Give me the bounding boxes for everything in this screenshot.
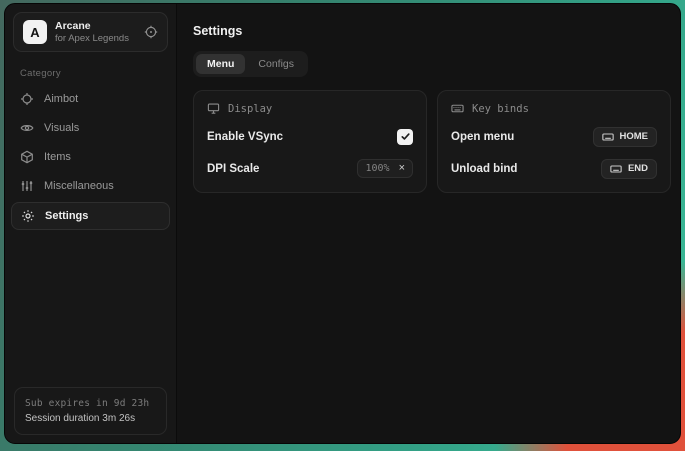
vsync-label: Enable VSync	[207, 131, 283, 143]
open-menu-row: Open menu HOME	[451, 126, 657, 147]
settings-cards: Display Enable VSync DPI Scale 100% ×	[193, 90, 671, 193]
sidebar-header-card: A Arcane for Apex Legends	[13, 12, 168, 52]
keybinds-card-title: Key binds	[472, 103, 529, 115]
cube-icon	[20, 150, 34, 164]
unload-bind-row: Unload bind END	[451, 158, 657, 179]
tab-configs[interactable]: Configs	[247, 54, 305, 74]
page-title: Settings	[193, 24, 671, 38]
category-label: Category	[20, 68, 176, 79]
sidebar-item-aimbot[interactable]: Aimbot	[5, 85, 176, 113]
open-menu-bind-key: HOME	[620, 131, 649, 142]
dpi-value: 100%	[365, 163, 389, 174]
unload-bind-button[interactable]: END	[601, 159, 657, 179]
keyboard-icon	[610, 163, 622, 175]
sidebar-item-label: Settings	[45, 210, 88, 222]
sub-expiry-text: Sub expires in 9d 23h	[25, 396, 156, 411]
keybinds-card: Key binds Open menu HOME Unload bin	[437, 90, 671, 193]
clear-icon[interactable]: ×	[399, 163, 405, 174]
display-card-title: Display	[228, 103, 272, 115]
eye-icon	[20, 121, 34, 135]
open-menu-bind-button[interactable]: HOME	[593, 127, 658, 147]
sidebar: A Arcane for Apex Legends Category	[5, 4, 177, 443]
tab-bar: Menu Configs	[193, 51, 308, 77]
display-card-header: Display	[207, 102, 413, 115]
tab-menu[interactable]: Menu	[196, 54, 245, 74]
sidebar-item-label: Aimbot	[44, 93, 78, 105]
sidebar-item-items[interactable]: Items	[5, 143, 176, 171]
vsync-row: Enable VSync	[207, 126, 413, 147]
sidebar-item-label: Miscellaneous	[44, 180, 114, 192]
subscription-card: Sub expires in 9d 23h Session duration 3…	[14, 387, 167, 435]
main-content: Settings Menu Configs Display Enable VSy…	[177, 4, 681, 443]
gear-icon	[21, 209, 35, 223]
unload-bind-label: Unload bind	[451, 163, 517, 175]
dpi-scale-input[interactable]: 100% ×	[357, 159, 413, 178]
vsync-checkbox[interactable]	[397, 129, 413, 145]
display-card: Display Enable VSync DPI Scale 100% ×	[193, 90, 427, 193]
session-duration-text: Session duration 3m 26s	[25, 411, 156, 427]
sidebar-nav: Aimbot Visuals Items	[5, 85, 176, 231]
columns-icon	[20, 179, 34, 193]
dpi-row: DPI Scale 100% ×	[207, 158, 413, 179]
app-logo: A	[23, 20, 47, 44]
monitor-icon	[207, 102, 220, 115]
unload-bind-key: END	[628, 163, 648, 174]
sidebar-item-label: Visuals	[44, 122, 79, 134]
app-identity: Arcane for Apex Legends	[55, 20, 129, 45]
keybinds-card-header: Key binds	[451, 102, 657, 115]
crosshair-icon	[20, 92, 34, 106]
dpi-label: DPI Scale	[207, 163, 259, 175]
sidebar-item-miscellaneous[interactable]: Miscellaneous	[5, 172, 176, 200]
app-title: Arcane	[55, 20, 129, 33]
check-icon	[400, 131, 411, 142]
keyboard-icon	[602, 131, 614, 143]
target-icon[interactable]	[144, 25, 158, 39]
open-menu-label: Open menu	[451, 131, 514, 143]
sidebar-item-settings[interactable]: Settings	[11, 202, 170, 230]
keyboard-icon	[451, 102, 464, 115]
sidebar-item-visuals[interactable]: Visuals	[5, 114, 176, 142]
sidebar-item-label: Items	[44, 151, 71, 163]
app-subtitle: for Apex Legends	[55, 33, 129, 45]
app-window: A Arcane for Apex Legends Category	[4, 3, 681, 444]
